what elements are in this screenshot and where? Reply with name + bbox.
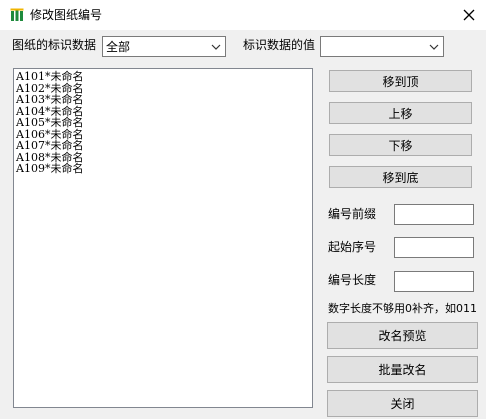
list-item[interactable]: A105*未命名 xyxy=(16,117,312,129)
start-number-input[interactable] xyxy=(394,237,474,258)
move-to-top-button[interactable]: 移到顶 xyxy=(329,70,472,92)
number-length-label: 编号长度 xyxy=(328,273,377,287)
number-length-input[interactable] xyxy=(394,271,474,292)
list-item[interactable]: A109*未命名 xyxy=(16,163,312,175)
chevron-down-icon xyxy=(211,44,221,50)
batch-rename-button[interactable]: 批量改名 xyxy=(327,356,478,383)
identifier-field-selected: 全部 xyxy=(106,40,131,54)
drawing-files-icon xyxy=(10,8,24,21)
prefix-input[interactable] xyxy=(394,204,474,225)
window-title: 修改图纸编号 xyxy=(30,8,103,22)
move-up-button[interactable]: 上移 xyxy=(329,102,472,124)
start-number-label: 起始序号 xyxy=(328,240,377,254)
move-down-button[interactable]: 下移 xyxy=(329,134,472,156)
identifier-value-label: 标识数据的值 xyxy=(243,38,316,52)
identifier-value-select[interactable] xyxy=(320,36,444,57)
move-to-bottom-button[interactable]: 移到底 xyxy=(329,166,472,188)
close-icon xyxy=(463,9,475,21)
list-item[interactable]: A103*未命名 xyxy=(16,94,312,106)
close-window-button[interactable] xyxy=(452,0,486,30)
prefix-label: 编号前缀 xyxy=(328,207,377,221)
list-item[interactable]: A107*未命名 xyxy=(16,140,312,152)
rename-preview-button[interactable]: 改名预览 xyxy=(327,322,478,349)
list-item[interactable]: A101*未命名 xyxy=(16,71,312,83)
chevron-down-icon xyxy=(429,44,439,50)
padding-hint: 数字长度不够用0补齐，如011 xyxy=(328,302,477,315)
identifier-field-label: 图纸的标识数据 xyxy=(12,38,97,52)
identifier-field-select[interactable]: 全部 xyxy=(102,36,226,57)
drawing-list[interactable]: A101*未命名 A102*未命名 A103*未命名 A104*未命名 A105… xyxy=(13,68,313,408)
close-button[interactable]: 关闭 xyxy=(327,390,478,417)
